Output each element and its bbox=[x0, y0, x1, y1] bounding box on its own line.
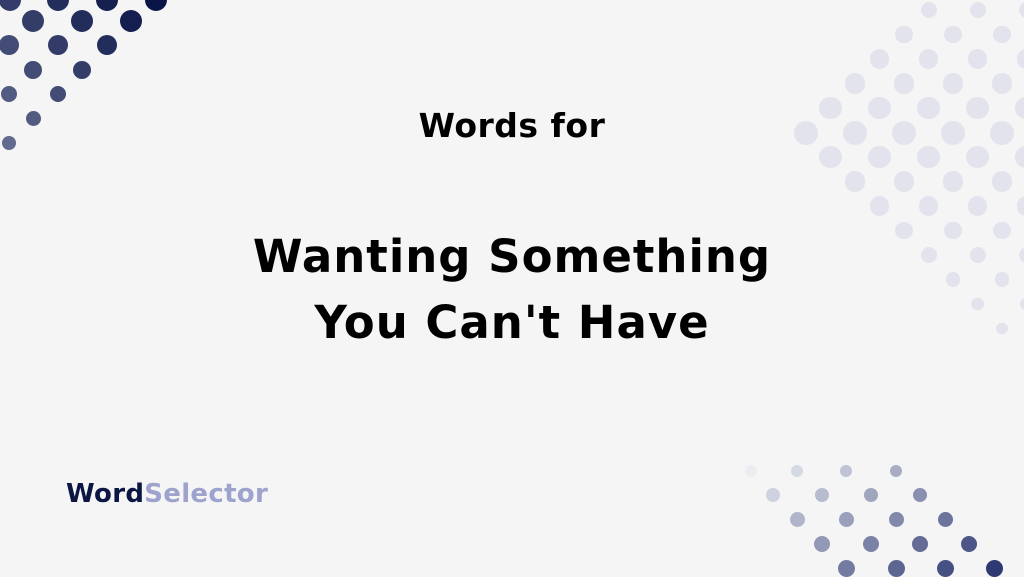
decorative-dot bbox=[966, 146, 988, 168]
title-line-2: You Can't Have bbox=[0, 290, 1024, 356]
decorative-dot bbox=[0, 35, 19, 55]
decorative-dot bbox=[838, 560, 855, 577]
decorative-dot bbox=[921, 2, 937, 18]
decorative-dot bbox=[944, 26, 962, 44]
decorative-dot bbox=[814, 536, 830, 552]
decorative-dot bbox=[919, 196, 938, 215]
decorative-dot bbox=[913, 488, 927, 502]
decorative-dot bbox=[970, 2, 986, 18]
decorative-dot bbox=[745, 465, 757, 477]
decorative-dot bbox=[71, 10, 93, 32]
decorative-dot bbox=[791, 465, 803, 477]
decorative-dot bbox=[1017, 49, 1024, 68]
decorative-dot bbox=[22, 10, 44, 32]
decorative-dot bbox=[894, 73, 915, 94]
page-title: Wanting Something You Can't Have bbox=[0, 224, 1024, 356]
decorative-dot bbox=[943, 171, 964, 192]
decorative-dot bbox=[47, 0, 69, 11]
decorative-dot bbox=[937, 560, 954, 577]
title-line-1: Wanting Something bbox=[0, 224, 1024, 290]
decorative-dot bbox=[919, 49, 938, 68]
decorative-dot bbox=[864, 488, 878, 502]
decorative-dot bbox=[48, 35, 68, 55]
decorative-dot bbox=[0, 0, 21, 11]
decorative-dot bbox=[894, 171, 915, 192]
brand-selector: Selector bbox=[144, 479, 268, 509]
decorative-dot bbox=[845, 73, 866, 94]
decorative-dot bbox=[890, 465, 902, 477]
decorative-dot bbox=[895, 26, 913, 44]
decorative-dot bbox=[961, 536, 977, 552]
decorative-dot bbox=[819, 146, 841, 168]
decorative-dot bbox=[790, 512, 805, 527]
decorative-dot bbox=[97, 35, 117, 55]
decorative-dot bbox=[968, 196, 987, 215]
decorative-dot bbox=[840, 465, 852, 477]
decorative-dot bbox=[24, 61, 42, 79]
decorative-dot bbox=[912, 536, 928, 552]
decorative-dot bbox=[1, 86, 17, 102]
decorative-dot bbox=[992, 73, 1013, 94]
decorative-dot bbox=[993, 26, 1011, 44]
decorative-dot bbox=[938, 512, 953, 527]
decorative-dot bbox=[868, 146, 890, 168]
decorative-dot bbox=[968, 49, 987, 68]
decorative-dot bbox=[870, 196, 889, 215]
decorative-dot bbox=[1017, 196, 1024, 215]
decorative-dot bbox=[845, 171, 866, 192]
decorative-dot bbox=[943, 73, 964, 94]
decorative-dot bbox=[145, 0, 167, 11]
decorative-dot bbox=[120, 10, 142, 32]
decorative-dot bbox=[1015, 146, 1024, 168]
brand-logo: WordSelector bbox=[66, 479, 268, 509]
decorative-dot bbox=[870, 49, 889, 68]
decorative-dot bbox=[863, 536, 879, 552]
decorative-dot bbox=[917, 146, 939, 168]
decorative-dot bbox=[50, 86, 66, 102]
decorative-dot bbox=[839, 512, 854, 527]
decorative-dot bbox=[889, 512, 904, 527]
decorative-dot bbox=[815, 488, 829, 502]
decorative-dot bbox=[986, 560, 1003, 577]
decorative-dot bbox=[992, 171, 1013, 192]
decorative-dot bbox=[766, 488, 780, 502]
decorative-dot bbox=[1019, 2, 1024, 18]
decorative-dot bbox=[888, 560, 905, 577]
decorative-dot bbox=[96, 0, 118, 11]
brand-word: Word bbox=[66, 479, 144, 509]
decorative-dot bbox=[73, 61, 91, 79]
subtitle: Words for bbox=[0, 106, 1024, 145]
